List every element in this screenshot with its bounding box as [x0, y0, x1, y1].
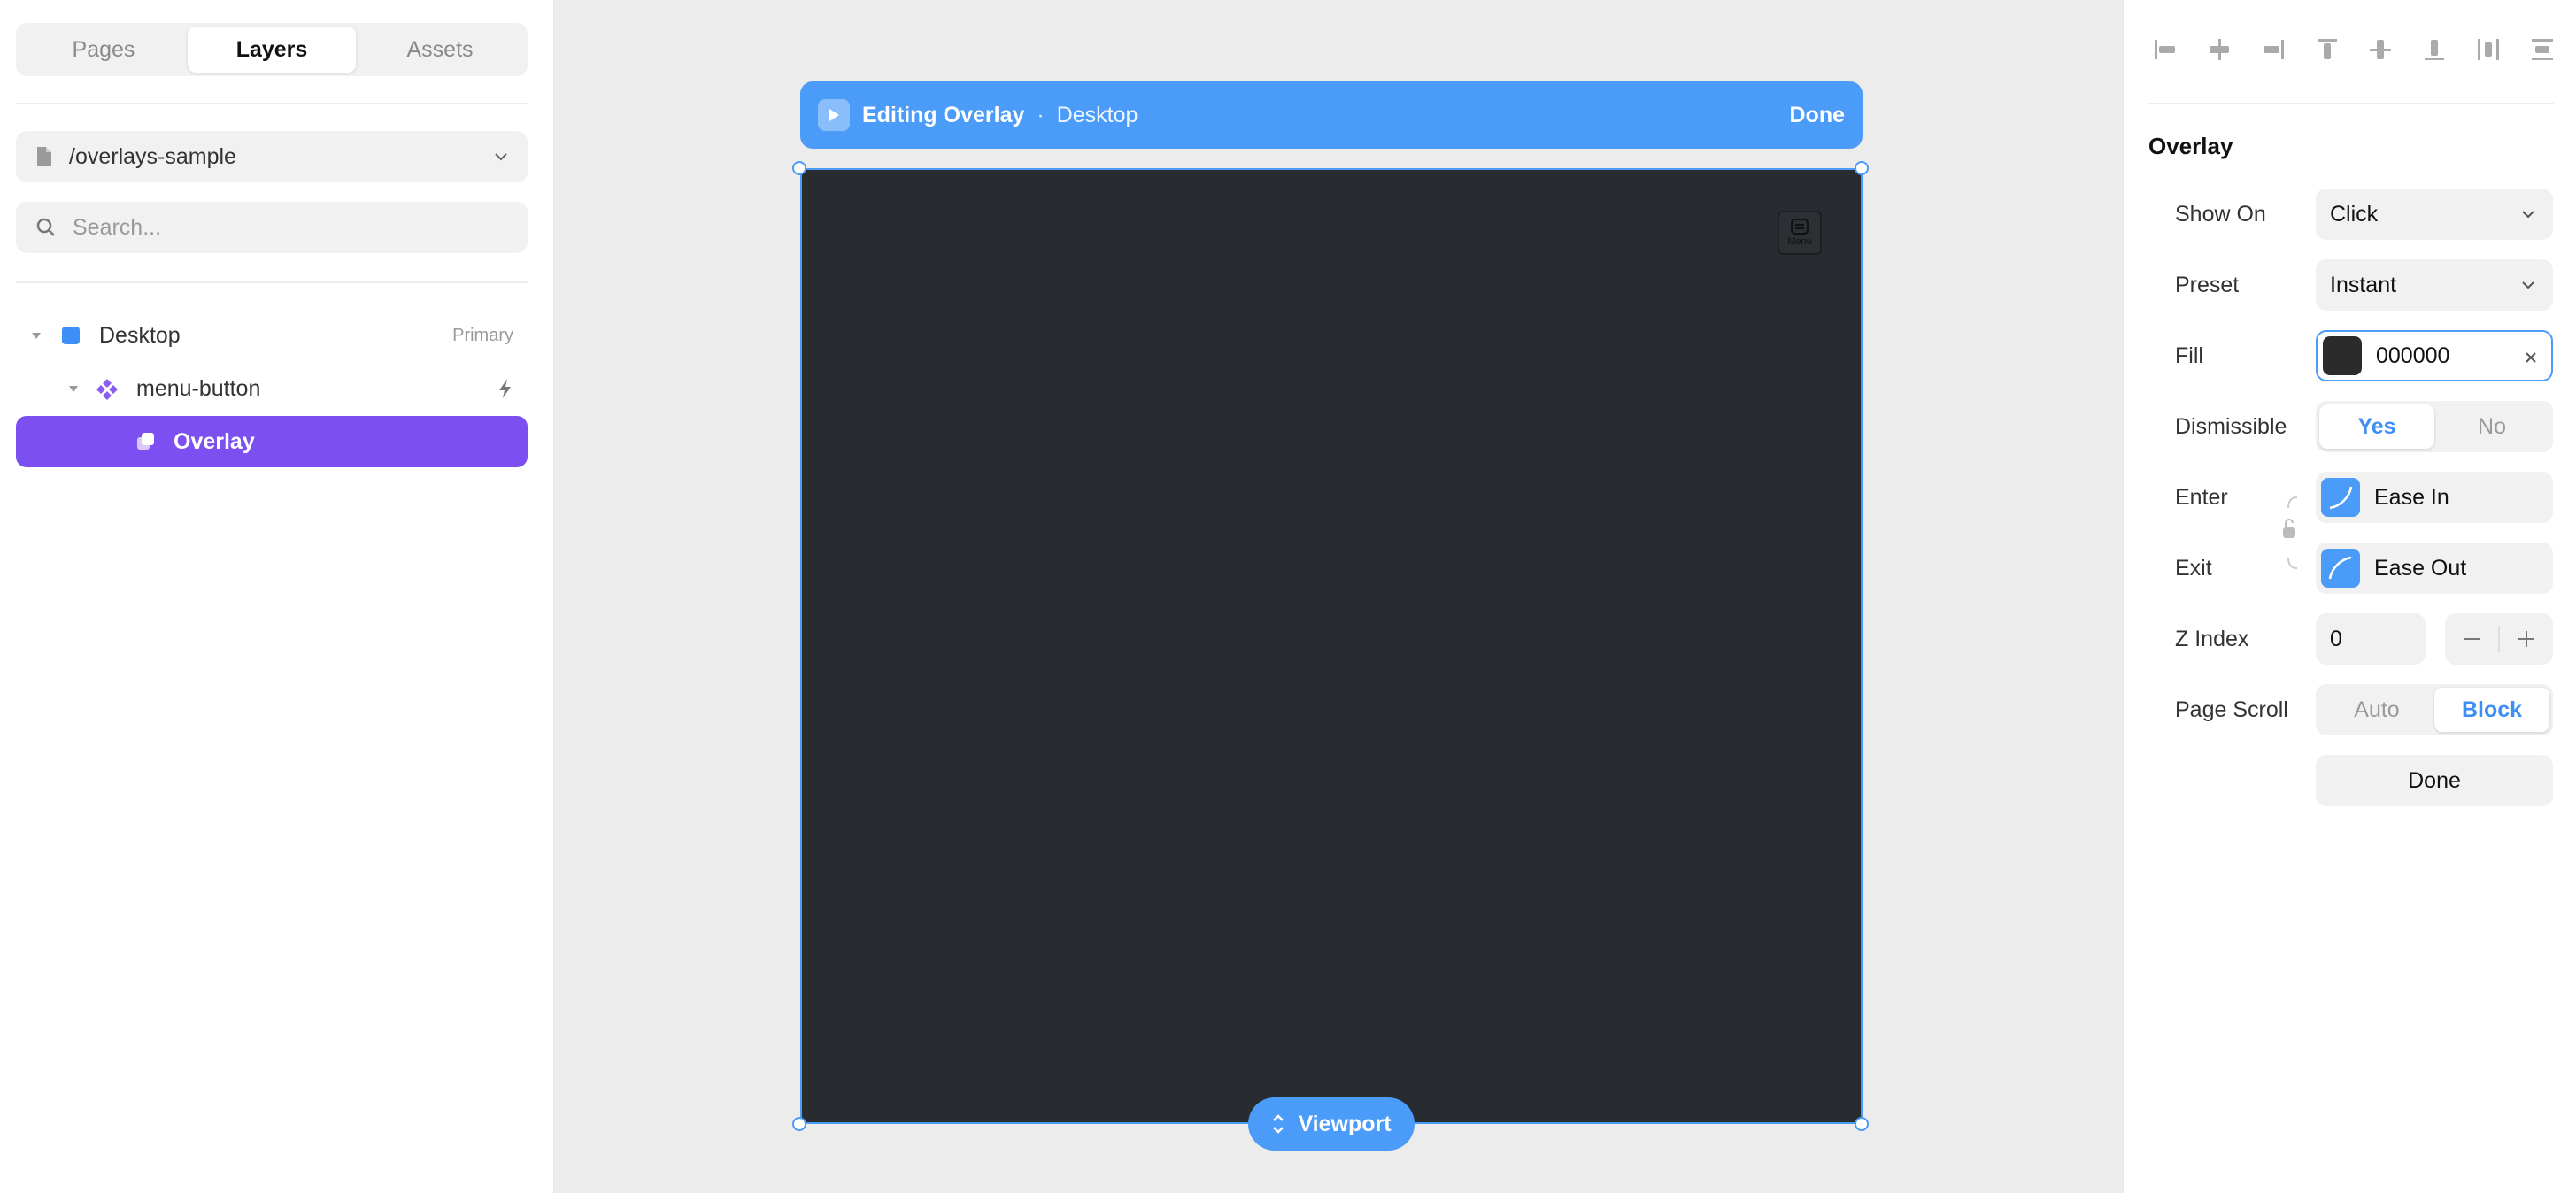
minus-icon[interactable]	[2445, 637, 2498, 641]
dismissible-no[interactable]: No	[2434, 404, 2549, 449]
align-top-icon[interactable]	[2312, 35, 2342, 65]
dismissible-label: Dismissible	[2175, 413, 2287, 439]
preset-value: Instant	[2330, 272, 2397, 297]
resize-handle[interactable]	[792, 161, 806, 175]
layer-label: Overlay	[174, 428, 255, 454]
chevron-down-icon	[2522, 211, 2534, 219]
play-icon[interactable]	[818, 99, 850, 131]
editing-title: Editing Overlay	[862, 102, 1025, 127]
layer-desktop[interactable]: Desktop Primary	[16, 310, 528, 361]
editing-bar: Editing Overlay · Desktop Done	[800, 81, 1863, 149]
align-bottom-icon[interactable]	[2419, 35, 2449, 65]
show-on-select[interactable]: Click	[2316, 189, 2553, 240]
resize-handle[interactable]	[1855, 161, 1869, 175]
menu-icon	[1791, 219, 1809, 235]
layer-label: menu-button	[136, 375, 261, 401]
distribute-vertical-icon[interactable]	[2527, 35, 2557, 65]
align-center-horizontal-icon[interactable]	[2204, 35, 2234, 65]
ease-out-curve-icon	[2321, 549, 2360, 588]
done-button[interactable]: Done	[1790, 103, 1846, 128]
divider	[2148, 103, 2554, 104]
close-icon[interactable]	[2525, 351, 2537, 364]
exit-transition[interactable]: Ease Out	[2316, 543, 2553, 594]
resize-handle[interactable]	[792, 1117, 806, 1131]
dismissible-toggle: Yes No	[2316, 401, 2553, 452]
fill-input[interactable]: 000000	[2316, 330, 2553, 381]
component-icon	[96, 379, 118, 400]
align-left-icon[interactable]	[2150, 35, 2180, 65]
resize-handle[interactable]	[1855, 1117, 1869, 1131]
page-path-select[interactable]: /overlays-sample	[16, 131, 528, 182]
viewport-label: Viewport	[1298, 1111, 1392, 1136]
page-scroll-auto[interactable]: Auto	[2319, 688, 2434, 732]
done-button[interactable]: Done	[2316, 755, 2553, 806]
caret-down-icon[interactable]	[69, 386, 78, 392]
overlay-icon	[137, 433, 154, 450]
z-index-stepper	[2445, 613, 2553, 665]
color-swatch[interactable]	[2323, 336, 2362, 375]
divider	[16, 281, 528, 283]
align-right-icon[interactable]	[2258, 35, 2288, 65]
viewport-button[interactable]: Viewport	[1248, 1097, 1415, 1151]
tab-layers[interactable]: Layers	[188, 27, 356, 73]
divider	[16, 103, 528, 104]
dismissible-yes[interactable]: Yes	[2319, 404, 2434, 449]
page-scroll-block[interactable]: Block	[2434, 688, 2549, 732]
ease-in-curve-icon	[2321, 478, 2360, 517]
preset-label: Preset	[2175, 272, 2240, 297]
fill-label: Fill	[2175, 343, 2203, 368]
z-index-value: 0	[2330, 626, 2342, 651]
tab-assets[interactable]: Assets	[356, 27, 524, 73]
primary-badge: Primary	[452, 325, 513, 345]
enter-value: Ease In	[2374, 484, 2449, 510]
exit-label: Exit	[2175, 555, 2212, 581]
properties-panel: Overlay Show On Click Preset Instant Fil…	[2123, 0, 2576, 1193]
z-index-input[interactable]: 0	[2316, 613, 2426, 665]
menu-label: Menu	[1787, 236, 1812, 247]
page-scroll-label: Page Scroll	[2175, 697, 2288, 722]
align-center-vertical-icon[interactable]	[2365, 35, 2395, 65]
search-input[interactable]	[73, 214, 497, 241]
layer-overlay[interactable]: Overlay	[16, 416, 528, 467]
page-icon	[37, 147, 51, 166]
left-panel: Pages Layers Assets /overlays-sample Des…	[0, 0, 554, 1193]
fill-value: 000000	[2376, 343, 2450, 368]
layer-menu-button[interactable]: menu-button	[16, 363, 528, 414]
lightning-icon[interactable]	[497, 378, 513, 399]
section-title: Overlay	[2148, 133, 2233, 159]
menu-button[interactable]: Menu	[1778, 211, 1822, 255]
layer-label: Desktop	[99, 322, 181, 348]
breadcrumb-separator: ·	[1037, 102, 1045, 127]
plus-icon[interactable]	[2500, 631, 2553, 647]
layer-search	[16, 202, 528, 253]
page-scroll-toggle: Auto Block	[2316, 684, 2553, 735]
z-index-label: Z Index	[2175, 626, 2249, 651]
show-on-value: Click	[2330, 201, 2379, 227]
align-toolbar	[2150, 32, 2557, 67]
show-on-label: Show On	[2175, 201, 2266, 227]
distribute-horizontal-icon[interactable]	[2473, 35, 2503, 65]
frame-icon	[62, 327, 80, 344]
exit-value: Ease Out	[2374, 555, 2467, 581]
chevron-up-down-icon	[1273, 1114, 1284, 1134]
tab-pages[interactable]: Pages	[19, 27, 188, 73]
enter-transition[interactable]: Ease In	[2316, 472, 2553, 523]
overlay-frame[interactable]: Menu	[800, 168, 1863, 1124]
chevron-down-icon	[495, 153, 507, 161]
caret-down-icon[interactable]	[32, 333, 41, 339]
chevron-down-icon	[2522, 281, 2534, 289]
breadcrumb-context[interactable]: Desktop	[1057, 103, 1138, 128]
search-icon	[36, 218, 55, 236]
panel-tabs: Pages Layers Assets	[16, 23, 528, 76]
page-path-label: /overlays-sample	[69, 143, 236, 169]
preset-select[interactable]: Instant	[2316, 259, 2553, 311]
